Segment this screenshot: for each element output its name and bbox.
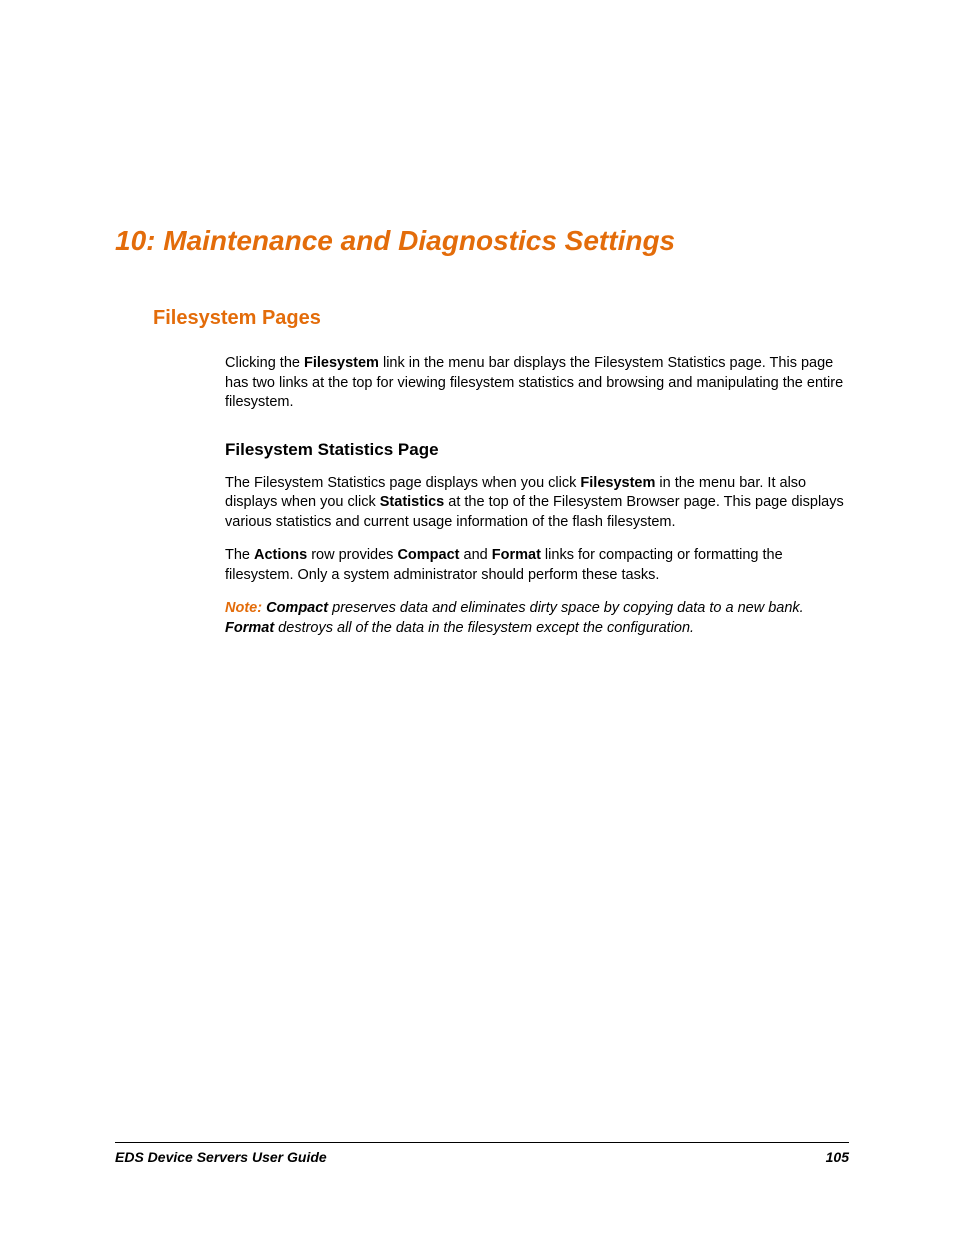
page-footer: EDS Device Servers User Guide 105: [115, 1142, 849, 1165]
text: Clicking the: [225, 355, 304, 371]
footer-guide-title: EDS Device Servers User Guide: [115, 1149, 327, 1165]
text: and: [460, 547, 492, 563]
text: The: [225, 547, 254, 563]
section-title: Filesystem Pages: [153, 307, 849, 330]
text: preserves data and eliminates dirty spac…: [328, 600, 804, 616]
subsection-title: Filesystem Statistics Page: [225, 439, 849, 462]
page: 10: Maintenance and Diagnostics Settings…: [0, 0, 954, 1235]
intro-paragraph: Clicking the Filesystem link in the menu…: [225, 354, 849, 413]
page-number: 105: [826, 1149, 849, 1165]
bold-statistics: Statistics: [380, 494, 444, 510]
bold-compact: Compact: [397, 547, 459, 563]
paragraph: The Filesystem Statistics page displays …: [225, 474, 849, 533]
bold-format: Format: [492, 547, 541, 563]
footer-row: EDS Device Servers User Guide 105: [115, 1149, 849, 1165]
body-content: Clicking the Filesystem link in the menu…: [225, 354, 849, 639]
bold-actions: Actions: [254, 547, 307, 563]
bold-compact: Compact: [266, 600, 328, 616]
chapter-title: 10: Maintenance and Diagnostics Settings: [115, 225, 849, 257]
note-label: Note:: [225, 600, 262, 616]
note-paragraph: Note: Compact preserves data and elimina…: [225, 599, 849, 638]
text: destroys all of the data in the filesyst…: [274, 620, 694, 636]
bold-filesystem: Filesystem: [304, 355, 379, 371]
footer-rule: [115, 1142, 849, 1143]
paragraph: The Actions row provides Compact and For…: [225, 546, 849, 585]
text: row provides: [307, 547, 397, 563]
text: The Filesystem Statistics page displays …: [225, 475, 580, 491]
bold-format: Format: [225, 620, 274, 636]
bold-filesystem: Filesystem: [580, 475, 655, 491]
